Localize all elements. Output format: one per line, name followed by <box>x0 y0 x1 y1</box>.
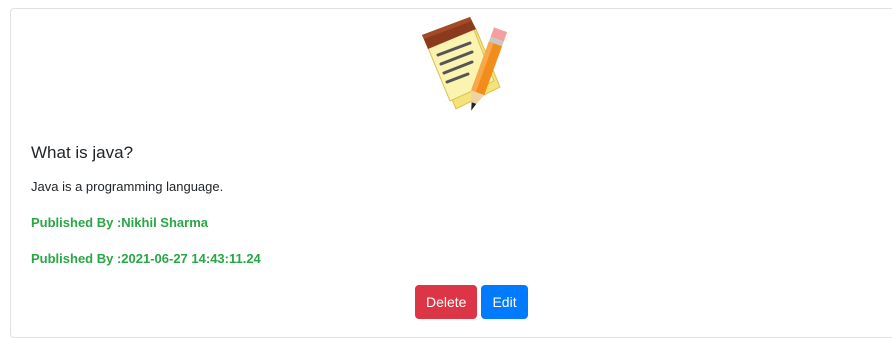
delete-button[interactable]: Delete <box>415 285 478 319</box>
notepad-with-pencil-icon <box>422 17 508 111</box>
published-by-author: Published By :Nikhil Sharma <box>31 215 208 230</box>
note-card: What is java? Java is a programming lang… <box>10 8 892 338</box>
note-title: What is java? <box>31 143 134 162</box>
note-content: Java is a programming language. <box>31 179 224 194</box>
note-actions: Delete Edit <box>415 285 528 319</box>
edit-button[interactable]: Edit <box>481 285 528 319</box>
published-by-date: Published By :2021-06-27 14:43:11.24 <box>31 251 261 266</box>
